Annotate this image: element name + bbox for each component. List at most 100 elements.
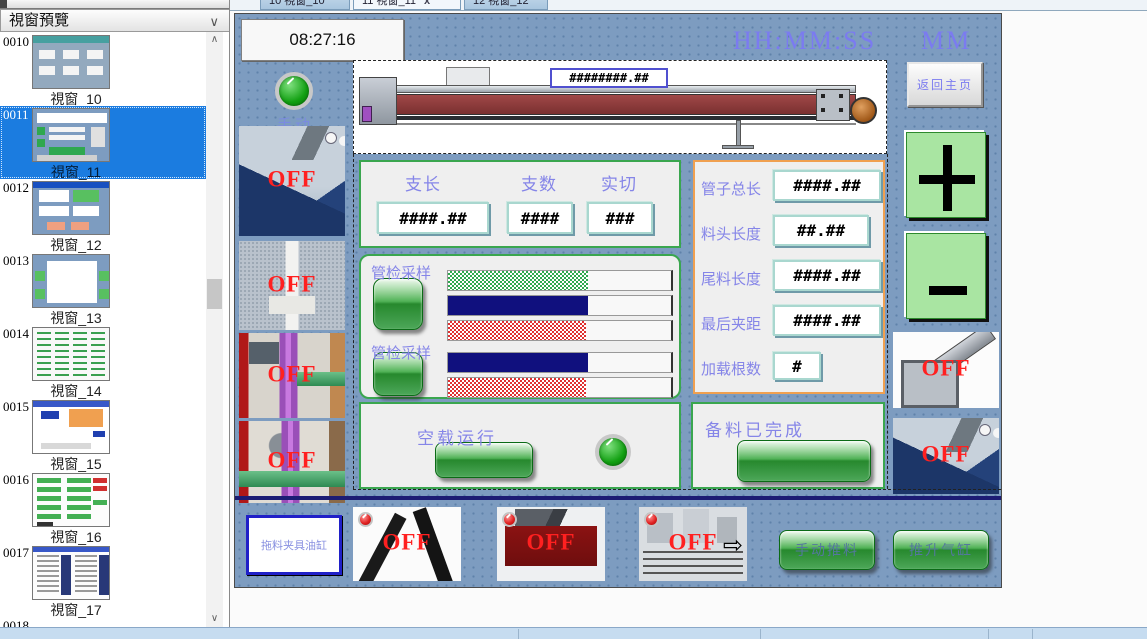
- manual-mode-led[interactable]: [275, 72, 313, 110]
- sidebar-item-window-13[interactable]: 0013 視窗_13: [0, 252, 206, 325]
- sampling-label-2: 管检采样: [371, 342, 431, 363]
- window-15-thumbnail[interactable]: [32, 400, 110, 454]
- sidebar-item-window-17[interactable]: 0017 視窗_17: [0, 544, 206, 617]
- conveyor-right-block: [816, 89, 850, 121]
- actual-cut-field[interactable]: ###: [587, 202, 653, 234]
- red-machine-off-image[interactable]: OFF: [497, 507, 605, 581]
- head-length-field[interactable]: ##.##: [773, 215, 869, 246]
- sampling-button-1[interactable]: [373, 278, 423, 330]
- gray-machine-off-image[interactable]: OFF ⇨: [639, 507, 747, 581]
- loaded-count-field[interactable]: #: [773, 352, 821, 380]
- scroll-down-icon[interactable]: ∨: [206, 611, 223, 627]
- hmi-design-canvas[interactable]: 08:27:16 HH:MM:SS MM ########.##: [234, 13, 1002, 588]
- scrollbar-thumb[interactable]: [207, 279, 222, 309]
- sidebar-item-window-16[interactable]: 0016 視窗_16: [0, 471, 206, 544]
- status-led-red: [644, 512, 659, 527]
- status-bar: [0, 627, 1147, 639]
- tab-window-12[interactable]: 12 視窗_12: [464, 0, 548, 10]
- sampling-panel: 管检采样 管检采样: [359, 254, 681, 399]
- conveyor-left-end: [359, 77, 397, 125]
- sidebar-scrollbar[interactable]: ∧ ∨: [206, 32, 223, 627]
- loaded-count-value: #: [792, 357, 802, 376]
- window-number: 0011: [3, 107, 29, 123]
- piece-count-label: 支数: [521, 170, 557, 195]
- decrease-button[interactable]: [906, 233, 986, 319]
- push-cylinder-button[interactable]: 推升气缸: [893, 530, 989, 570]
- idle-run-led[interactable]: [595, 434, 631, 470]
- sidebar-item-window-18[interactable]: 0018: [0, 617, 206, 627]
- window-13-thumbnail[interactable]: [32, 254, 110, 308]
- machine-off-image-2[interactable]: OFF: [239, 241, 345, 330]
- right-arrow-icon: ⇨: [723, 533, 743, 557]
- scroll-up-icon[interactable]: ∧: [206, 32, 223, 48]
- conveyor-bracket: [446, 67, 490, 87]
- tab-window-10[interactable]: 10 視窗_10: [260, 0, 350, 10]
- sidebar-item-window-14[interactable]: 0014 視窗_14: [0, 325, 206, 398]
- increase-button[interactable]: [906, 132, 986, 218]
- window-14-thumbnail[interactable]: [32, 327, 110, 381]
- clock-value: 08:27:16: [289, 30, 355, 50]
- clamp-cylinder-button[interactable]: 拖料夹具油缸: [246, 515, 342, 575]
- head-length-value: ##.##: [797, 221, 845, 240]
- idle-run-label: 空载运行: [417, 424, 497, 449]
- machine-off-image-4[interactable]: OFF: [239, 421, 345, 503]
- idle-run-panel: 空载运行: [359, 402, 681, 489]
- sidebar-item-window-10[interactable]: 0010 視窗_10: [0, 33, 206, 106]
- window-number: 0014: [3, 326, 29, 342]
- pipe-total-length-field[interactable]: ####.##: [773, 170, 881, 201]
- application-window: 視窗預覽 ∨ 0010 視窗_10 0011 視窗_11 0012 視窗_12 …: [0, 0, 1147, 639]
- push-cylinder-label: 推升气缸: [909, 540, 973, 560]
- window-preview-title: 視窗預覽: [9, 12, 69, 29]
- head-length-label: 料头长度: [701, 223, 761, 244]
- document-tabstrip: 10 視窗_10 11 視窗_11x 12 視窗_12: [230, 0, 1147, 11]
- window-number: 0015: [3, 399, 29, 415]
- off-label: OFF: [239, 167, 345, 193]
- material-ready-button[interactable]: [737, 440, 871, 482]
- sidebar-item-window-12[interactable]: 0012 視窗_12: [0, 179, 206, 252]
- return-home-button[interactable]: 返回主页: [907, 62, 983, 107]
- sidebar-item-window-11[interactable]: 0011 視窗_11: [0, 106, 206, 179]
- tab-close-icon[interactable]: x: [424, 0, 430, 7]
- cylinder-off-image[interactable]: OFF: [893, 332, 999, 408]
- material-ready-label: 备料已完成: [705, 416, 805, 441]
- window-preview-header[interactable]: 視窗預覽 ∨: [0, 9, 230, 32]
- piece-count-field[interactable]: ####: [507, 202, 573, 234]
- manual-push-label: 手动推料: [795, 540, 859, 560]
- window-16-thumbnail[interactable]: [32, 473, 110, 527]
- loaded-count-label: 加载根数: [701, 358, 761, 379]
- selection-dash-right: [887, 154, 888, 489]
- clamp-cylinder-label: 拖料夹具油缸: [261, 537, 327, 553]
- sidebar-item-window-15[interactable]: 0015 視窗_15: [0, 398, 206, 471]
- window-17-thumbnail[interactable]: [32, 546, 110, 600]
- tab-window-11[interactable]: 11 視窗_11x: [353, 0, 461, 10]
- time-format-hint: HH:MM:SS: [733, 26, 876, 56]
- screen-bottom-boundary: [235, 496, 1002, 500]
- last-clamp-distance-field[interactable]: ####.##: [773, 305, 881, 336]
- off-label: OFF: [893, 356, 999, 382]
- clock-display[interactable]: 08:27:16: [241, 19, 404, 61]
- off-label: OFF: [239, 448, 345, 474]
- machine-off-image-1[interactable]: OFF: [239, 126, 345, 236]
- conveyor-body: [370, 94, 856, 115]
- window-number: 0013: [3, 253, 29, 269]
- tail-length-field[interactable]: ####.##: [773, 260, 881, 291]
- off-label: OFF: [239, 361, 345, 387]
- window-11-thumbnail[interactable]: [32, 108, 110, 162]
- conveyor-length-field[interactable]: ########.##: [550, 68, 668, 88]
- window-12-thumbnail[interactable]: [32, 181, 110, 235]
- machine-off-image-5[interactable]: OFF: [893, 418, 999, 494]
- window-10-thumbnail[interactable]: [32, 35, 110, 89]
- manual-push-button[interactable]: 手动推料: [779, 530, 875, 570]
- hopper-off-image[interactable]: OFF: [353, 507, 461, 581]
- chevron-down-icon[interactable]: ∨: [209, 11, 219, 32]
- piece-length-field[interactable]: ####.##: [377, 202, 489, 234]
- conveyor-diagram[interactable]: ########.##: [353, 60, 887, 154]
- machine-off-image-3[interactable]: OFF: [239, 333, 345, 418]
- window-number: 0012: [3, 180, 29, 196]
- cut-data-panel: 支长 支数 实切 ####.## #### ###: [359, 160, 681, 248]
- window-number: 0017: [3, 545, 29, 561]
- piece-count-value: ####: [521, 209, 560, 228]
- statusbar-separator: [760, 629, 761, 639]
- progress-bar-3: [447, 320, 673, 341]
- conveyor-guide-line: [370, 123, 856, 125]
